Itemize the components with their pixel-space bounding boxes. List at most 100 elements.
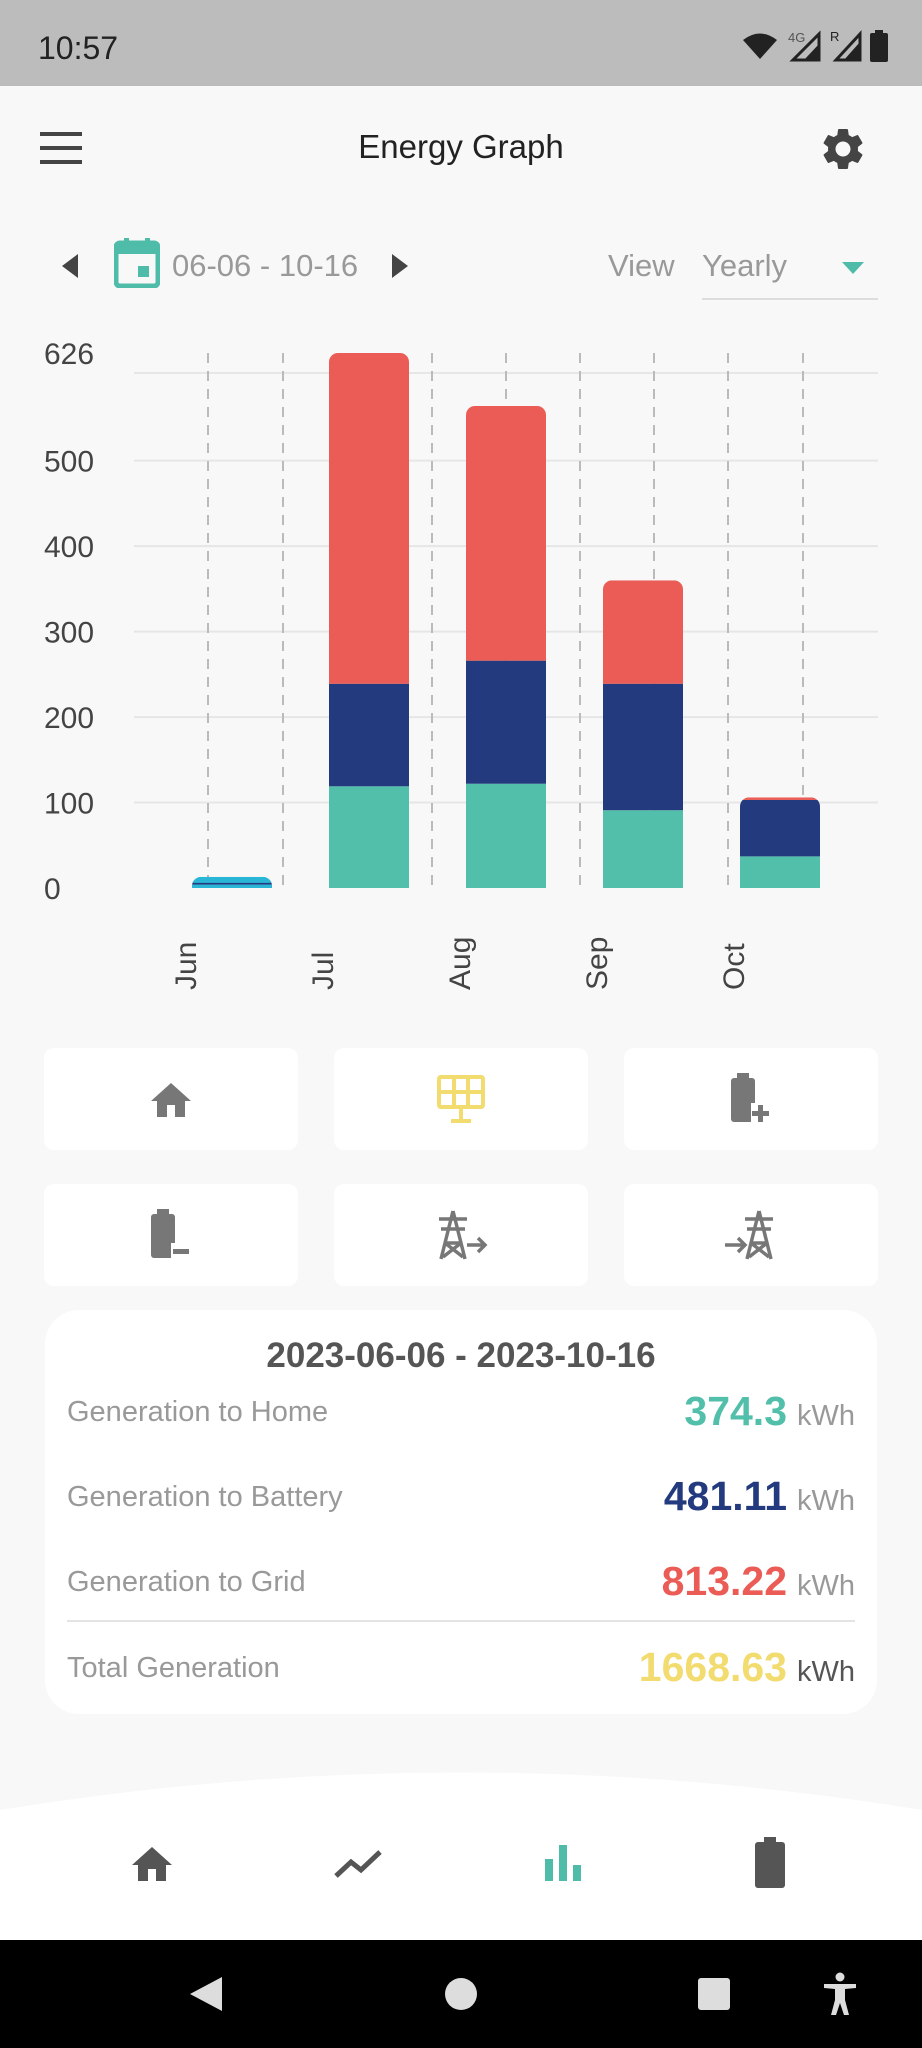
- caret-right-icon: [392, 254, 408, 278]
- home-icon: [151, 1083, 191, 1117]
- accessibility-button[interactable]: [812, 1966, 868, 2022]
- battery-discharge-icon: [151, 1209, 191, 1259]
- system-navigation-bar: [0, 1940, 922, 2048]
- next-period-button[interactable]: [388, 252, 412, 280]
- battery-icon: [755, 1837, 785, 1888]
- nav-trends[interactable]: [323, 1828, 393, 1898]
- system-recents-button[interactable]: [686, 1966, 742, 2022]
- calendar-icon: [113, 238, 161, 289]
- bar-segment-home: [466, 783, 546, 888]
- bar-segment-grid: [192, 876, 272, 883]
- back-triangle-icon: [190, 1977, 222, 2011]
- summary-row-label: Total Generation: [67, 1652, 280, 1684]
- y-tick-label: 400: [44, 531, 94, 564]
- signal-4g-icon: 4G: [788, 30, 821, 62]
- y-tick-label: 500: [44, 446, 94, 479]
- summary-date-range: 2023-06-06 - 2023-10-16: [266, 1336, 656, 1375]
- grid-import-filter-button[interactable]: [624, 1184, 878, 1286]
- summary-row-unit: kWh: [797, 1656, 855, 1688]
- bar-segment-grid: [329, 353, 409, 684]
- date-range-label[interactable]: 06-06 - 10-16: [172, 248, 358, 284]
- x-tick-label: Sep: [581, 937, 614, 990]
- summary-row-label: Generation to Home: [67, 1396, 329, 1428]
- settings-button[interactable]: [818, 124, 868, 174]
- date-selector: 06-06 - 10-16 View Yearly: [0, 230, 922, 300]
- y-tick-label: 200: [44, 702, 94, 735]
- y-tick-label: 100: [44, 788, 94, 821]
- summary-row-value: 374.3: [684, 1388, 787, 1434]
- date-picker-button[interactable]: [113, 238, 161, 289]
- page-title: Energy Graph: [358, 128, 564, 165]
- svg-text:R: R: [830, 30, 839, 44]
- bar-segment-battery: [466, 660, 546, 784]
- signal-roaming-icon: R: [830, 30, 862, 62]
- battery-charge-filter-button[interactable]: [624, 1048, 878, 1150]
- summary-divider: [67, 1620, 855, 1622]
- summary-row-home: Generation to Home 374.3 kWh: [67, 1384, 855, 1444]
- y-tick-label: 626: [44, 338, 94, 371]
- home-filter-button[interactable]: [44, 1048, 298, 1150]
- summary-card: 2023-06-06 - 2023-10-16 Generation to Ho…: [45, 1310, 877, 1714]
- bar-stack: [603, 580, 683, 888]
- status-icons: 4G R: [742, 28, 888, 64]
- app-bar: Energy Graph: [0, 86, 922, 212]
- nav-battery[interactable]: [735, 1828, 805, 1898]
- home-circle-icon: [445, 1978, 477, 2010]
- bar-segment-home: [740, 856, 820, 888]
- bar-stack: [466, 405, 546, 888]
- view-label: View: [608, 248, 675, 283]
- bar-segment-home: [603, 810, 683, 888]
- x-tick-label: Oct: [718, 943, 751, 990]
- system-back-button[interactable]: [178, 1966, 234, 2022]
- summary-row-value: 481.11: [663, 1473, 787, 1519]
- bar-stack: [192, 876, 272, 888]
- y-tick-label: 0: [44, 873, 61, 906]
- nav-home[interactable]: [117, 1828, 187, 1898]
- trend-line-icon: [334, 1850, 382, 1878]
- view-dropdown-value: Yearly: [702, 248, 788, 283]
- summary-row-unit: kWh: [797, 1485, 855, 1517]
- bar-segment-grid: [740, 797, 820, 800]
- bar-stack: [329, 353, 409, 888]
- summary-row-total: Total Generation 1668.63 kWh: [67, 1640, 855, 1700]
- home-icon: [132, 1847, 172, 1881]
- view-dropdown[interactable]: Yearly: [702, 236, 878, 300]
- accessibility-icon: [824, 1972, 856, 2015]
- summary-row-grid: Generation to Grid 813.22 kWh: [67, 1554, 855, 1614]
- recents-square-icon: [698, 1978, 730, 2010]
- summary-row-value: 1668.63: [638, 1644, 787, 1690]
- battery-discharge-filter-button[interactable]: [44, 1184, 298, 1286]
- bar-segment-grid: [603, 580, 683, 684]
- summary-row-unit: kWh: [797, 1570, 855, 1602]
- svg-text:4G: 4G: [788, 30, 805, 45]
- summary-row-battery: Generation to Battery 481.11 kWh: [67, 1469, 855, 1529]
- caret-left-icon: [62, 254, 78, 278]
- x-tick-label: Jun: [170, 942, 203, 990]
- solar-panel-icon: [437, 1075, 485, 1123]
- solar-filter-button[interactable]: [334, 1048, 588, 1150]
- bar-segment-battery: [740, 799, 820, 857]
- stacked-bar-chart: 0 100 200 300 400 500 626 Jun Jul Aug Sep Oct: [44, 338, 878, 990]
- nav-energy-graph[interactable]: [528, 1828, 598, 1898]
- previous-period-button[interactable]: [58, 252, 82, 280]
- bottom-navigation: [0, 1760, 922, 1940]
- system-home-button[interactable]: [433, 1966, 489, 2022]
- battery-status-icon: [870, 30, 888, 62]
- bar-segment-grid: [466, 405, 546, 661]
- grid-export-icon: [439, 1210, 488, 1260]
- x-tick-label: Jul: [307, 952, 340, 990]
- energy-chart: 0 100 200 300 400 500 626 Jun Jul Aug Sep Oct: [0, 320, 922, 1020]
- grid-export-filter-button[interactable]: [334, 1184, 588, 1286]
- x-tick-label: Aug: [444, 937, 477, 990]
- grid-import-icon: [725, 1210, 773, 1260]
- bar-segment-battery: [603, 683, 683, 811]
- summary-row-label: Generation to Grid: [67, 1566, 306, 1598]
- bar-chart-icon: [545, 1845, 581, 1881]
- bar-segment-battery: [329, 683, 409, 787]
- chevron-down-icon: [842, 262, 864, 274]
- summary-row-label: Generation to Battery: [67, 1481, 343, 1513]
- bar-stack: [740, 797, 820, 888]
- bar-segment-home: [192, 884, 272, 888]
- bar-segment-home: [329, 786, 409, 888]
- status-time: 10:57: [38, 30, 119, 66]
